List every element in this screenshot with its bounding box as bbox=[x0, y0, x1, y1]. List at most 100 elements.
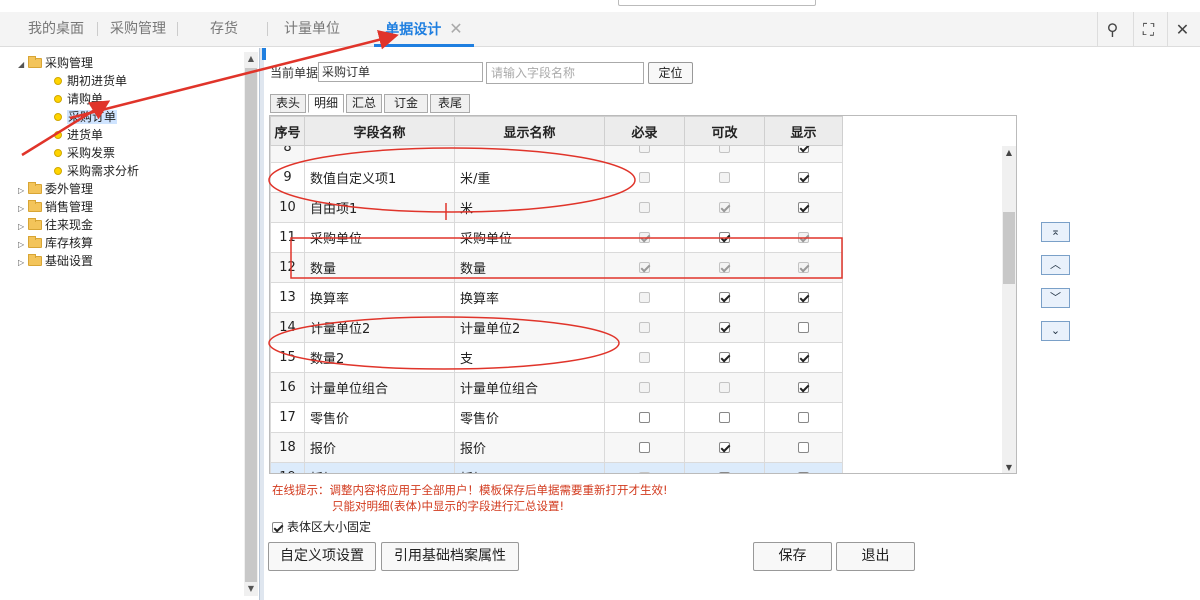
required-checkbox[interactable] bbox=[639, 472, 650, 473]
row-number-cell[interactable]: 10 bbox=[270, 192, 305, 223]
display-name-cell[interactable]: 换算率 bbox=[454, 282, 605, 313]
table-row[interactable]: 12 数量 数量 bbox=[270, 252, 843, 283]
field-name-cell[interactable]: 采购单位 bbox=[304, 222, 455, 253]
required-checkbox[interactable] bbox=[639, 382, 650, 393]
move-down-button[interactable]: ﹀ bbox=[1041, 288, 1070, 308]
row-number-cell[interactable]: 18 bbox=[270, 432, 305, 463]
editable-cell[interactable] bbox=[684, 402, 765, 433]
editable-cell[interactable] bbox=[684, 222, 765, 253]
tree-node-basic-settings[interactable]: ▷ 基础设置 bbox=[18, 252, 93, 270]
display-name-cell[interactable] bbox=[454, 146, 605, 163]
required-cell[interactable] bbox=[604, 372, 685, 403]
show-cell[interactable] bbox=[764, 432, 843, 463]
reference-archive-button[interactable]: 引用基础档案属性 bbox=[381, 542, 519, 571]
expanded-triangle-icon[interactable]: ◢ bbox=[18, 56, 28, 74]
tree-node-stock-accounting[interactable]: ▷ 库存核算 bbox=[18, 234, 93, 252]
editable-checkbox[interactable] bbox=[719, 262, 730, 273]
table-row[interactable]: 16 计量单位组合 计量单位组合 bbox=[270, 372, 843, 403]
editable-checkbox[interactable] bbox=[719, 232, 730, 243]
row-number-cell[interactable]: 16 bbox=[270, 372, 305, 403]
display-name-cell[interactable]: 米 bbox=[454, 192, 605, 223]
table-row[interactable]: 8 bbox=[270, 146, 843, 163]
tree-leaf-requisition[interactable]: 请购单 bbox=[54, 90, 103, 108]
field-name-cell[interactable]: 自由项1 bbox=[304, 192, 455, 223]
move-up-button[interactable]: ︿ bbox=[1041, 255, 1070, 275]
exit-button[interactable]: 退出 bbox=[836, 542, 915, 571]
show-cell[interactable] bbox=[764, 402, 843, 433]
table-row[interactable]: 15 数量2 支 bbox=[270, 342, 843, 373]
table-row[interactable]: 18 报价 报价 bbox=[270, 432, 843, 463]
table-row[interactable]: 10 自由项1 米 bbox=[270, 192, 843, 223]
show-cell[interactable] bbox=[764, 252, 843, 283]
field-name-cell[interactable]: 报价 bbox=[304, 432, 455, 463]
tree-node-purchase[interactable]: ◢ 采购管理 bbox=[18, 54, 93, 72]
show-checkbox[interactable] bbox=[798, 172, 809, 183]
field-name-cell[interactable]: 折扣% bbox=[304, 462, 455, 473]
col-header-required[interactable]: 必录 bbox=[604, 116, 685, 146]
show-checkbox[interactable] bbox=[798, 262, 809, 273]
display-name-cell[interactable]: 支 bbox=[454, 342, 605, 373]
editable-cell[interactable] bbox=[684, 462, 765, 473]
editable-checkbox[interactable] bbox=[719, 292, 730, 303]
scroll-down-icon[interactable]: ▼ bbox=[1002, 463, 1016, 472]
show-cell[interactable] bbox=[764, 462, 843, 473]
required-cell[interactable] bbox=[604, 146, 685, 163]
fixed-size-option[interactable]: 表体区大小固定 bbox=[272, 518, 371, 535]
show-checkbox[interactable] bbox=[798, 442, 809, 453]
tree-leaf-invoice[interactable]: 采购发票 bbox=[54, 144, 115, 162]
tree-leaf-receipt[interactable]: 进货单 bbox=[54, 126, 103, 144]
required-checkbox[interactable] bbox=[639, 322, 650, 333]
display-name-cell[interactable]: 采购单位 bbox=[454, 222, 605, 253]
display-name-cell[interactable]: 计量单位2 bbox=[454, 312, 605, 343]
editable-cell[interactable] bbox=[684, 282, 765, 313]
table-row[interactable]: 13 换算率 换算率 bbox=[270, 282, 843, 313]
editable-checkbox[interactable] bbox=[719, 172, 730, 183]
show-checkbox[interactable] bbox=[798, 412, 809, 423]
required-cell[interactable] bbox=[604, 462, 685, 473]
field-name-cell[interactable] bbox=[304, 146, 455, 163]
field-name-cell[interactable]: 数值自定义项1 bbox=[304, 162, 455, 193]
table-row[interactable]: 11 采购单位 采购单位 bbox=[270, 222, 843, 253]
editable-checkbox[interactable] bbox=[719, 146, 730, 153]
subtab-header[interactable]: 表头 bbox=[270, 94, 306, 113]
tab-purchase[interactable]: 采购管理 bbox=[98, 12, 178, 46]
fixed-size-checkbox[interactable] bbox=[272, 522, 283, 533]
required-checkbox[interactable] bbox=[639, 442, 650, 453]
show-cell[interactable] bbox=[764, 146, 843, 163]
tree-leaf-demand-analysis[interactable]: 采购需求分析 bbox=[54, 162, 139, 180]
custom-item-settings-button[interactable]: 自定义项设置 bbox=[268, 542, 376, 571]
row-number-cell[interactable]: 13 bbox=[270, 282, 305, 313]
editable-cell[interactable] bbox=[684, 342, 765, 373]
scroll-up-icon[interactable]: ▲ bbox=[1002, 148, 1016, 157]
collapsed-triangle-icon[interactable]: ▷ bbox=[18, 254, 28, 272]
col-header-field[interactable]: 字段名称 bbox=[304, 116, 455, 146]
grid-scrollbar[interactable]: ▲ ▼ bbox=[1002, 146, 1016, 473]
required-cell[interactable] bbox=[604, 252, 685, 283]
show-cell[interactable] bbox=[764, 372, 843, 403]
required-checkbox[interactable] bbox=[639, 412, 650, 423]
show-checkbox[interactable] bbox=[798, 472, 809, 473]
tree-scrollbar[interactable]: ▲ ▼ bbox=[244, 52, 258, 596]
show-checkbox[interactable] bbox=[798, 146, 809, 153]
subtab-deposit[interactable]: 订金 bbox=[384, 94, 428, 113]
required-cell[interactable] bbox=[604, 312, 685, 343]
editable-checkbox[interactable] bbox=[719, 382, 730, 393]
subtab-summary[interactable]: 汇总 bbox=[346, 94, 382, 113]
required-cell[interactable] bbox=[604, 342, 685, 373]
editable-checkbox[interactable] bbox=[719, 202, 730, 213]
table-row[interactable]: 14 计量单位2 计量单位2 bbox=[270, 312, 843, 343]
save-button[interactable]: 保存 bbox=[753, 542, 832, 571]
field-name-cell[interactable]: 数量2 bbox=[304, 342, 455, 373]
scroll-thumb[interactable] bbox=[1003, 212, 1015, 284]
table-row[interactable]: 9 数值自定义项1 米/重 bbox=[270, 162, 843, 193]
close-icon[interactable]: ✕ bbox=[1167, 12, 1197, 47]
row-number-cell[interactable]: 9 bbox=[270, 162, 305, 193]
row-number-cell[interactable]: 8 bbox=[270, 146, 305, 163]
show-checkbox[interactable] bbox=[798, 382, 809, 393]
editable-cell[interactable] bbox=[684, 252, 765, 283]
tab-document-design[interactable]: 单据设计 ✕ bbox=[374, 12, 474, 47]
field-name-cell[interactable]: 计量单位组合 bbox=[304, 372, 455, 403]
show-checkbox[interactable] bbox=[798, 232, 809, 243]
editable-checkbox[interactable] bbox=[719, 322, 730, 333]
required-checkbox[interactable] bbox=[639, 172, 650, 183]
